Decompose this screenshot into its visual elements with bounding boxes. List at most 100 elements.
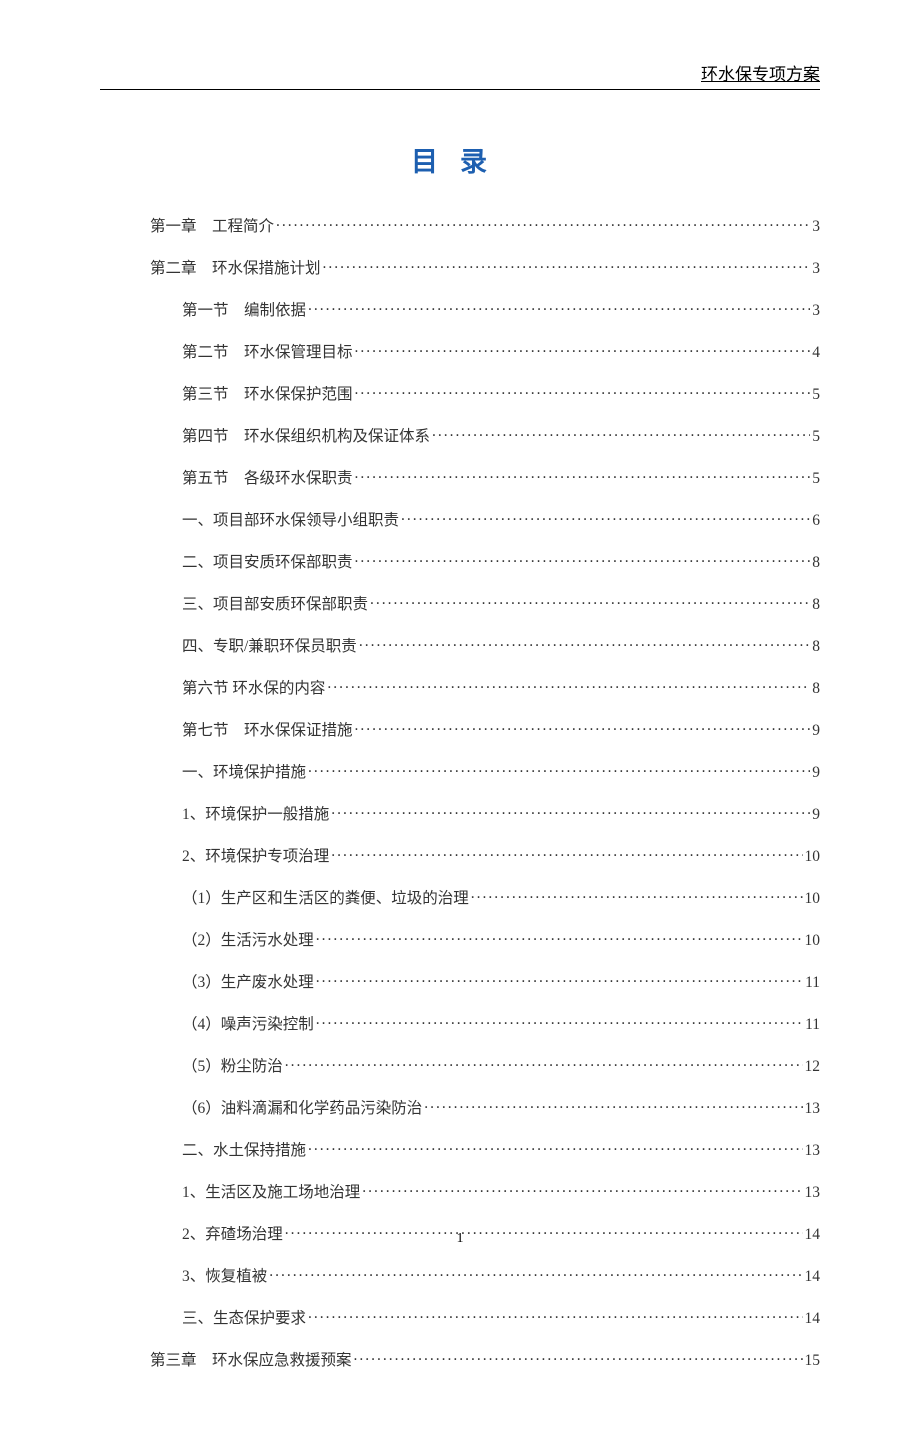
toc-entry: （6）油料滴漏和化学药品污染防治 13: [100, 1096, 820, 1118]
toc-leader-dots: [269, 1266, 802, 1282]
toc-entry: 1、环境保护一般措施 9: [100, 802, 820, 824]
toc-leader-dots: [308, 1140, 802, 1156]
toc-entry: （2）生活污水处理10: [100, 928, 820, 950]
toc-entry-page: 5: [812, 386, 820, 404]
page-number: 1: [0, 1231, 920, 1247]
toc-entry-label: 三、生态保护要求: [182, 1306, 306, 1328]
toc-leader-dots: [316, 972, 803, 988]
toc-leader-dots: [323, 258, 811, 274]
toc-entry-label: 第三节 环水保保护范围: [182, 382, 353, 404]
toc-leader-dots: [424, 1098, 802, 1114]
toc-entry: 三、项目部安质环保部职责 8: [100, 592, 820, 614]
toc-entry: 第四节 环水保组织机构及保证体系 5: [100, 424, 820, 446]
toc-entry-label: 第一章 工程简介: [150, 214, 274, 236]
toc-leader-dots: [285, 1056, 803, 1072]
toc-entry: 一、项目部环水保领导小组职责 6: [100, 508, 820, 530]
toc-leader-dots: [355, 468, 811, 484]
toc-entry-page: 14: [805, 1268, 821, 1286]
running-header: 环水保专项方案: [100, 60, 820, 90]
toc-leader-dots: [355, 384, 811, 400]
toc-entry-label: （5）粉尘防治: [182, 1054, 283, 1076]
toc-entry: 二、水土保持措施13: [100, 1138, 820, 1160]
toc-entry-page: 9: [812, 806, 820, 824]
toc-entry: 1、生活区及施工场地治理13: [100, 1180, 820, 1202]
toc-entry-page: 10: [805, 848, 821, 866]
toc-entry: 第六节 环水保的内容8: [100, 676, 820, 698]
toc-entry: 第七节 环水保保证措施 9: [100, 718, 820, 740]
toc-entry-label: 二、水土保持措施: [182, 1138, 306, 1160]
toc-entry-page: 8: [812, 638, 820, 656]
toc-leader-dots: [471, 888, 803, 904]
toc-entry-page: 6: [812, 512, 820, 530]
toc-entry: 三、生态保护要求 14: [100, 1306, 820, 1328]
toc-leader-dots: [432, 426, 810, 442]
toc-entry-page: 12: [805, 1058, 821, 1076]
document-page: 环水保专项方案 目录 第一章 工程简介3第二章 环水保措施计划3第一节 编制依据…: [0, 0, 920, 1430]
toc-leader-dots: [401, 510, 810, 526]
toc-entry: 第二章 环水保措施计划3: [100, 256, 820, 278]
toc-entry: 第二节 环水保管理目标4: [100, 340, 820, 362]
toc-entry-label: （4）噪声污染控制: [182, 1012, 314, 1034]
toc-leader-dots: [308, 1308, 802, 1324]
toc-entry-label: 1、环境保护一般措施: [182, 802, 329, 824]
toc-entry-label: 3、恢复植被: [182, 1264, 267, 1286]
toc-leader-dots: [355, 342, 811, 358]
toc-entry: 第一节 编制依据 3: [100, 298, 820, 320]
toc-leader-dots: [362, 1182, 802, 1198]
toc-entry-label: 第五节 各级环水保职责: [182, 466, 353, 488]
toc-entry-label: 第六节 环水保的内容: [182, 676, 325, 698]
toc-entry-page: 5: [812, 470, 820, 488]
toc-entry-label: 第三章 环水保应急救援预案: [150, 1348, 352, 1370]
toc-entry-label: 第四节 环水保组织机构及保证体系: [182, 424, 430, 446]
toc-leader-dots: [327, 678, 810, 694]
toc-entry-page: 13: [805, 1184, 821, 1202]
toc-entry: 第三节 环水保保护范围 5: [100, 382, 820, 404]
toc-entry-label: 第二章 环水保措施计划: [150, 256, 321, 278]
toc-entry: （5）粉尘防治 12: [100, 1054, 820, 1076]
toc-entry-page: 8: [812, 596, 820, 614]
header-title: 环水保专项方案: [701, 65, 820, 84]
toc-entry-page: 13: [805, 1100, 821, 1118]
toc-entry-page: 5: [812, 428, 820, 446]
toc-entry: 四、专职/兼职环保员职责 8: [100, 634, 820, 656]
toc-entry-page: 11: [805, 974, 820, 992]
toc-entry-label: 第一节 编制依据: [182, 298, 306, 320]
toc-entry: 第三章 环水保应急救援预案 15: [100, 1348, 820, 1370]
toc-entry-page: 3: [812, 302, 820, 320]
toc-leader-dots: [316, 930, 803, 946]
toc-entry: （3）生产废水处理 11: [100, 970, 820, 992]
toc-entry: （4）噪声污染控制 11: [100, 1012, 820, 1034]
toc-title: 目录: [100, 140, 820, 179]
toc-entry-page: 9: [812, 764, 820, 782]
toc-entry-label: 2、环境保护专项治理: [182, 844, 329, 866]
toc-entry-page: 3: [812, 218, 820, 236]
toc-entry-label: （2）生活污水处理: [182, 928, 314, 950]
toc-entry-label: 四、专职/兼职环保员职责: [182, 634, 357, 656]
toc-entry-page: 10: [805, 890, 821, 908]
toc-entry: 一、环境保护措施 9: [100, 760, 820, 782]
toc-entry-label: 第七节 环水保保证措施: [182, 718, 353, 740]
toc-entry-label: 二、项目安质环保部职责: [182, 550, 353, 572]
toc-leader-dots: [316, 1014, 803, 1030]
toc-entry: 第五节 各级环水保职责 5: [100, 466, 820, 488]
toc-entry-label: （3）生产废水处理: [182, 970, 314, 992]
toc-leader-dots: [355, 720, 811, 736]
toc-entry-label: 一、环境保护措施: [182, 760, 306, 782]
toc-entry-label: （6）油料滴漏和化学药品污染防治: [182, 1096, 422, 1118]
toc-leader-dots: [355, 552, 811, 568]
toc-leader-dots: [359, 636, 810, 652]
toc-entry-page: 4: [812, 344, 820, 362]
toc-entry-label: 三、项目部安质环保部职责: [182, 592, 368, 614]
toc-leader-dots: [354, 1350, 803, 1366]
toc-entry: 2、环境保护专项治理 10: [100, 844, 820, 866]
toc-entry-page: 14: [805, 1310, 821, 1328]
toc-entry-page: 11: [805, 1016, 820, 1034]
toc-entry: 二、项目安质环保部职责8: [100, 550, 820, 572]
toc-entry-label: 一、项目部环水保领导小组职责: [182, 508, 399, 530]
toc-entry-page: 9: [812, 722, 820, 740]
toc-leader-dots: [331, 846, 802, 862]
table-of-contents: 第一章 工程简介 3 第二章 环水保措施计划3 第一节 编制依据 3 第二节 环水保管理目…: [100, 214, 820, 1370]
toc-leader-dots: [370, 594, 810, 610]
toc-entry-page: 15: [805, 1352, 821, 1370]
toc-leader-dots: [331, 804, 810, 820]
